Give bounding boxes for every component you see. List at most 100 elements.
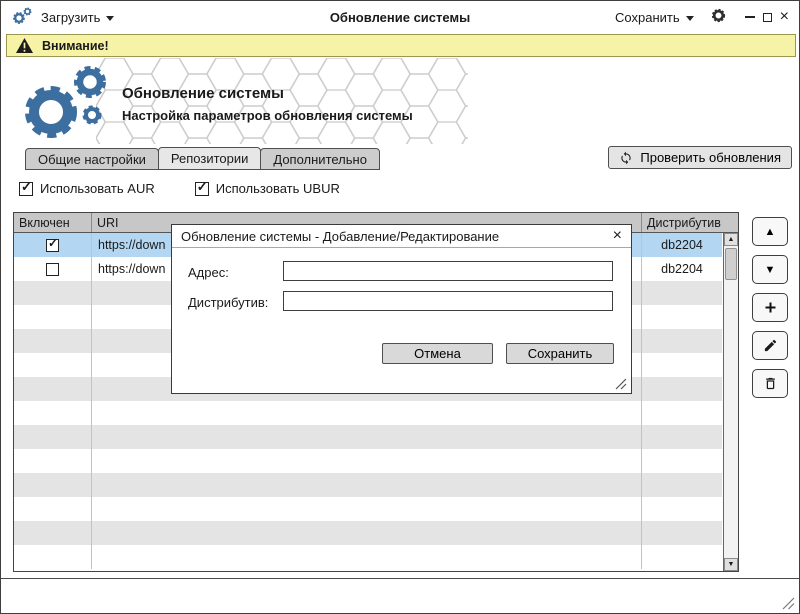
- row-checkbox[interactable]: [46, 263, 59, 276]
- use-aur-checkbox[interactable]: ✓: [19, 182, 33, 196]
- cell-uri: [92, 473, 642, 497]
- cell-enabled: [14, 425, 92, 449]
- table-row[interactable]: [14, 497, 722, 521]
- arrow-down-icon: ▼: [765, 264, 776, 276]
- cell-distro: [642, 329, 722, 353]
- tab-advanced[interactable]: Дополнительно: [260, 148, 380, 170]
- check-icon: ✓: [197, 180, 208, 193]
- table-row[interactable]: [14, 545, 722, 569]
- options-row: ✓ Использовать AUR ✓ Использовать UBUR: [19, 181, 340, 196]
- app-window: Загрузить Обновление системы Сохранить: [0, 0, 800, 614]
- maximize-button[interactable]: [763, 13, 772, 22]
- dialog-titlebar: Обновление системы - Добавление/Редактир…: [172, 225, 631, 248]
- tab-bar: Общие настройки Репозитории Дополнительн…: [25, 147, 380, 170]
- minimize-button[interactable]: [745, 16, 755, 18]
- save-button[interactable]: Сохранить: [506, 343, 614, 364]
- cell-enabled: [14, 497, 92, 521]
- table-row[interactable]: [14, 449, 722, 473]
- add-row-button[interactable]: [752, 293, 788, 322]
- cell-enabled: [14, 353, 92, 377]
- cell-enabled: [14, 473, 92, 497]
- cell-enabled: [14, 545, 92, 569]
- column-header-enabled[interactable]: Включен: [14, 213, 92, 232]
- distro-input[interactable]: [283, 291, 613, 311]
- save-menu-button[interactable]: Сохранить: [615, 10, 694, 25]
- cell-enabled: ✓: [14, 233, 92, 257]
- check-updates-label: Проверить обновления: [640, 150, 781, 165]
- hero-gears-icon: [15, 62, 119, 147]
- warning-text: Внимание!: [42, 39, 109, 53]
- address-label: Адрес:: [188, 265, 229, 280]
- pencil-icon: [763, 338, 778, 353]
- close-button[interactable]: ×: [780, 9, 789, 25]
- cell-enabled: [14, 281, 92, 305]
- use-ubur-label: Использовать UBUR: [216, 181, 340, 196]
- window-resize-grip[interactable]: [782, 597, 795, 610]
- table-row[interactable]: [14, 473, 722, 497]
- cell-distro: [642, 449, 722, 473]
- settings-gear-icon[interactable]: [710, 7, 727, 27]
- app-gears-icon: [11, 6, 33, 29]
- cell-uri: [92, 497, 642, 521]
- arrow-up-icon: ▲: [765, 226, 776, 238]
- edit-dialog: Обновление системы - Добавление/Редактир…: [171, 224, 632, 394]
- status-bar: [1, 578, 799, 613]
- use-ubur-checkbox[interactable]: ✓: [195, 182, 209, 196]
- row-actions-toolbar: ▲ ▼: [752, 217, 788, 398]
- cell-distro: [642, 473, 722, 497]
- row-checkbox[interactable]: ✓: [46, 239, 59, 252]
- address-input[interactable]: [283, 261, 613, 281]
- cell-distro: [642, 353, 722, 377]
- move-down-button[interactable]: ▼: [752, 255, 788, 284]
- dialog-title: Обновление системы - Добавление/Редактир…: [181, 229, 499, 244]
- load-menu-button[interactable]: Загрузить: [41, 10, 114, 25]
- table-row[interactable]: [14, 401, 722, 425]
- table-scrollbar[interactable]: ▲ ▼: [723, 233, 738, 571]
- move-up-button[interactable]: ▲: [752, 217, 788, 246]
- window-controls: ×: [745, 9, 789, 25]
- use-aur-label: Использовать AUR: [40, 181, 155, 196]
- dialog-close-button[interactable]: ×: [613, 228, 622, 244]
- page-title: Обновление системы: [122, 85, 284, 102]
- scrollbar-thumb[interactable]: [725, 248, 737, 280]
- cell-distro: [642, 305, 722, 329]
- check-updates-button[interactable]: Проверить обновления: [608, 146, 792, 169]
- tab-general-settings[interactable]: Общие настройки: [25, 148, 159, 170]
- cell-enabled: [14, 521, 92, 545]
- table-row[interactable]: [14, 425, 722, 449]
- cell-enabled: [14, 329, 92, 353]
- column-header-distro[interactable]: Дистрибутив: [642, 213, 738, 232]
- cancel-button[interactable]: Отмена: [382, 343, 493, 364]
- cell-distro: db2204: [642, 233, 722, 257]
- edit-row-button[interactable]: [752, 331, 788, 360]
- cell-enabled: [14, 449, 92, 473]
- caret-down-icon: [686, 16, 694, 21]
- titlebar: Загрузить Обновление системы Сохранить: [1, 1, 799, 33]
- scroll-down-button[interactable]: ▼: [724, 558, 738, 571]
- cell-distro: [642, 425, 722, 449]
- cell-enabled: [14, 257, 92, 281]
- cell-enabled: [14, 305, 92, 329]
- cell-distro: db2204: [642, 257, 722, 281]
- table-row[interactable]: [14, 521, 722, 545]
- tab-repositories[interactable]: Репозитории: [158, 147, 261, 170]
- cell-uri: [92, 521, 642, 545]
- warning-icon: [15, 37, 34, 54]
- cell-enabled: [14, 401, 92, 425]
- check-icon: ✓: [21, 180, 32, 193]
- load-menu-label: Загрузить: [41, 10, 100, 25]
- plus-icon: [763, 300, 778, 315]
- distro-label: Дистрибутив:: [188, 295, 268, 310]
- use-ubur-option[interactable]: ✓ Использовать UBUR: [195, 181, 340, 196]
- cell-distro: [642, 497, 722, 521]
- dialog-resize-grip[interactable]: [615, 378, 627, 390]
- warning-banner: Внимание!: [6, 34, 796, 57]
- cell-uri: [92, 545, 642, 569]
- caret-down-icon: [106, 16, 114, 21]
- use-aur-option[interactable]: ✓ Использовать AUR: [19, 181, 155, 196]
- scroll-up-button[interactable]: ▲: [724, 233, 738, 246]
- delete-row-button[interactable]: [752, 369, 788, 398]
- trash-icon: [763, 376, 778, 391]
- cell-distro: [642, 521, 722, 545]
- page-subtitle: Настройка параметров обновления системы: [122, 108, 413, 123]
